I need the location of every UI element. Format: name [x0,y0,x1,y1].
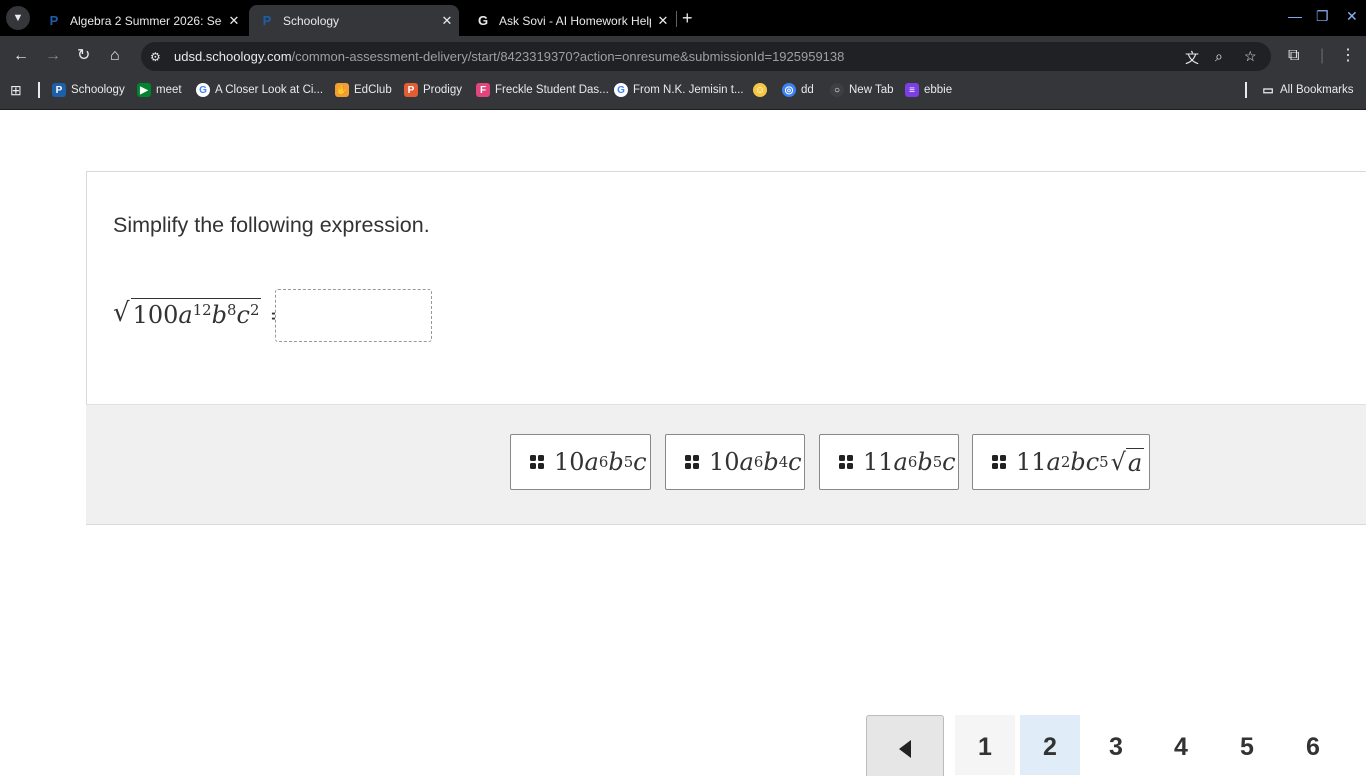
radical-sign: √ [113,298,130,328]
emoji-icon: ☺ [753,83,767,97]
sovi-icon: G [477,13,489,28]
question-expression: √ 100a12b8c2 = [113,298,290,334]
tab-title: Ask Sovi - AI Homework Helper [499,13,651,28]
bookmark-meet[interactable]: ▶ meet [137,82,182,98]
translate-icon[interactable]: 文 [1185,48,1199,68]
star-icon[interactable]: ☆ [1244,48,1257,65]
previous-page-button[interactable] [866,715,944,776]
radical-sign: √ a [1110,447,1145,477]
bookmark-dd[interactable]: ◎ dd [782,82,814,98]
choice-expression: 11 a 2 b c 5 √ a [1016,447,1145,477]
reload-icon[interactable]: ↻ [77,46,90,66]
tab-title: Algebra 2 Summer 2026: Secti [70,13,222,28]
tab-search-button[interactable]: ▼ [6,6,30,30]
bookmark-edclub[interactable]: ✋ EdClub [335,82,392,98]
edclub-icon: ✋ [335,83,349,97]
schoology-icon: P [49,13,59,28]
bookmark-emoji[interactable]: ☺ [753,82,772,98]
close-icon[interactable]: ✕ [651,13,675,29]
close-icon[interactable]: ✕ [435,13,459,29]
page-button-1[interactable]: 1 [955,715,1015,775]
close-icon[interactable]: ✕ [222,13,246,29]
page-button-6[interactable]: 6 [1283,715,1343,775]
drag-handle-icon[interactable] [992,455,1006,469]
chevron-down-icon: ▼ [12,12,24,24]
newtab-icon: ○ [830,83,844,97]
radicand: 100a12b8c2 [130,298,262,330]
choice-option[interactable]: 10 a 6 b 5 c [510,434,651,490]
zoom-icon[interactable]: ⌕ [1215,48,1223,65]
url-text[interactable]: udsd.schoology.com/common-assessment-del… [174,49,844,64]
window-close-icon[interactable]: ✕ [1346,8,1358,25]
question-prompt: Simplify the following expression. [113,213,430,237]
choice-expression: 10 a 6 b 4 c [709,448,802,476]
bookmark-closer-look[interactable]: GA Closer Look at Ci... [196,82,323,98]
site-info-icon[interactable]: ⚙ [150,50,161,64]
bookmarks-divider [38,82,40,98]
answer-drop-zone[interactable] [275,289,432,342]
apps-icon[interactable]: ⊞ [10,82,22,98]
prodigy-icon: P [404,83,418,97]
choice-expression: 10 a 6 b 5 c [554,448,647,476]
choice-option[interactable]: 11 a 2 b c 5 √ a [972,434,1150,490]
restore-icon[interactable]: ❐ [1316,8,1329,25]
forward-icon[interactable]: → [45,46,61,66]
home-icon[interactable]: ⌂ [110,46,120,66]
tab-title: Schoology [283,13,340,28]
extensions-icon[interactable]: ⧉ [1288,46,1299,66]
meet-icon: ▶ [137,83,151,97]
bookmark-schoology[interactable]: P Schoology [52,82,125,98]
back-icon[interactable]: ← [13,46,29,66]
google-icon: G [614,83,628,97]
list-icon: ≡ [905,83,919,97]
drag-handle-icon[interactable] [839,455,853,469]
bookmarks-divider [1245,82,1247,98]
bookmark-prodigy[interactable]: P Prodigy [404,82,462,98]
page-button-3[interactable]: 3 [1086,715,1146,775]
google-icon: G [196,83,210,97]
schoology-icon: P [262,13,272,28]
tab-strip: ▼ P Algebra 2 Summer 2026: Secti ✕ P Sch… [0,0,1366,36]
tab-divider [676,11,677,27]
schoology-icon: P [52,83,66,97]
tab-schoology[interactable]: P Schoology ✕ [249,5,459,36]
new-tab-button[interactable]: + [682,9,693,27]
freckle-icon: F [476,83,490,97]
caret-left-icon [899,740,911,758]
minimize-icon[interactable]: — [1288,8,1302,24]
bookmark-freckle[interactable]: F Freckle Student Das... [476,82,609,98]
bookmark-ebbie[interactable]: ≡ ebbie [905,82,952,98]
drag-handle-icon[interactable] [685,455,699,469]
bookmark-jemisin[interactable]: G From N.K. Jemisin t... [614,82,744,98]
bookmark-new-tab[interactable]: ○ New Tab [830,82,894,98]
menu-icon[interactable]: ⋮ [1340,46,1356,66]
toolbar-divider: | [1320,47,1325,64]
all-bookmarks-button[interactable]: ▭ All Bookmarks [1261,82,1353,98]
choice-option[interactable]: 10 a 6 b 4 c [665,434,805,490]
choice-expression: 11 a 6 b 5 c [863,448,956,476]
page-button-4[interactable]: 4 [1151,715,1211,775]
tab-sovi[interactable]: G Ask Sovi - AI Homework Helper ✕ [465,5,675,36]
choice-option[interactable]: 11 a 6 b 5 c [819,434,959,490]
drag-handle-icon[interactable] [530,455,544,469]
folder-icon: ▭ [1262,83,1274,97]
target-icon: ◎ [782,83,796,97]
page-button-2[interactable]: 2 [1020,715,1080,775]
tab-algebra[interactable]: P Algebra 2 Summer 2026: Secti ✕ [36,5,246,36]
page-button-5[interactable]: 5 [1217,715,1277,775]
